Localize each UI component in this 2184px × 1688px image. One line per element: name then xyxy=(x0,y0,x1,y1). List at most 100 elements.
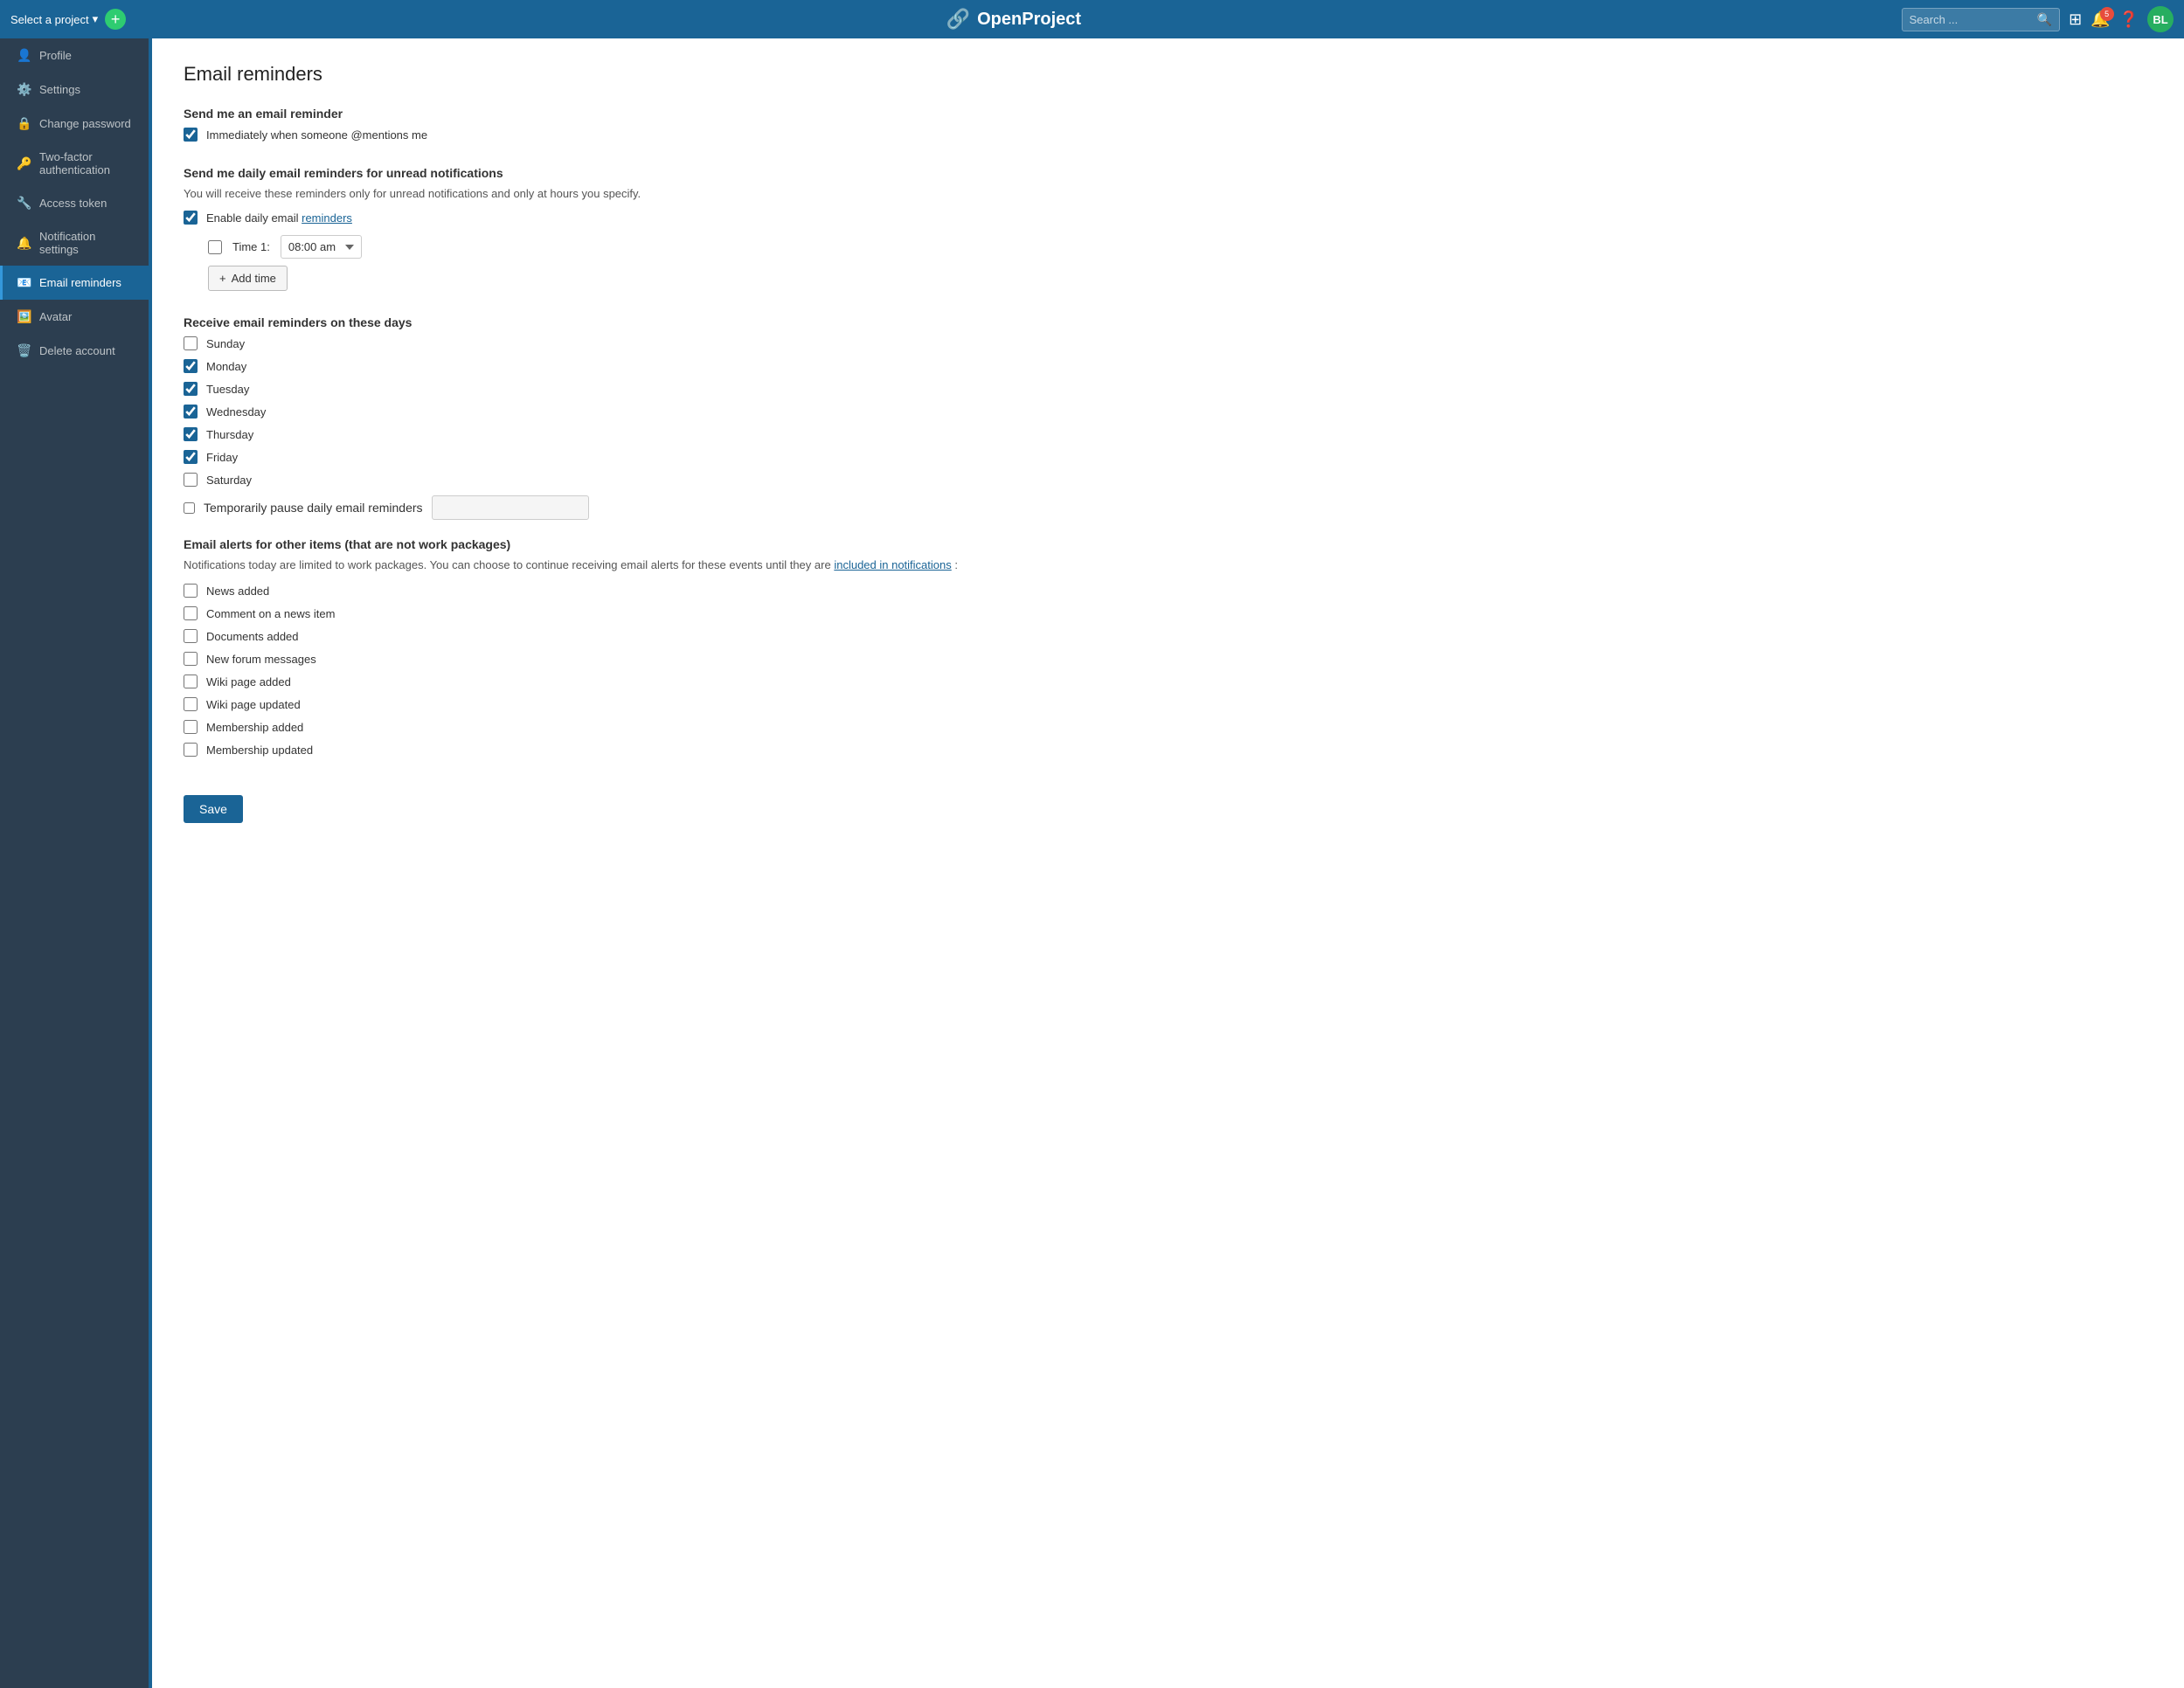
tuesday-checkbox[interactable] xyxy=(184,382,198,396)
day-friday-row: Friday xyxy=(184,450,2153,464)
documents-label: Documents added xyxy=(206,630,299,643)
comment-news-label: Comment on a news item xyxy=(206,607,335,620)
news-added-label: News added xyxy=(206,585,269,598)
membership-added-checkbox[interactable] xyxy=(184,720,198,734)
lock-icon: 🔒 xyxy=(17,116,31,131)
enable-daily-checkbox[interactable] xyxy=(184,211,198,225)
included-notifications-link[interactable]: included in notifications xyxy=(834,558,951,571)
logo: 🔗 OpenProject xyxy=(946,8,1081,31)
topbar: Select a project ▾ + 🔗 OpenProject 🔍 ⊞ 🔔… xyxy=(0,0,2184,38)
image-icon: 🖼️ xyxy=(17,309,31,324)
sidebar-label-two-factor: Two-factor authentication xyxy=(39,150,135,176)
wrench-icon: 🔧 xyxy=(17,196,31,211)
friday-checkbox[interactable] xyxy=(184,450,198,464)
apps-button[interactable]: ⊞ xyxy=(2069,10,2082,29)
day-thursday-row: Thursday xyxy=(184,427,2153,441)
search-box: 🔍 xyxy=(1902,8,2060,31)
sidebar-item-access-token[interactable]: 🔧 Access token xyxy=(0,186,149,220)
chevron-down-icon: ▾ xyxy=(93,12,99,26)
forum-checkbox[interactable] xyxy=(184,652,198,666)
alert-comment-news-row: Comment on a news item xyxy=(184,606,2153,620)
sidebar-item-profile[interactable]: 👤 Profile xyxy=(0,38,149,73)
plus-icon: + xyxy=(219,272,226,285)
logo-icon: 🔗 xyxy=(946,8,970,31)
trash-icon: 🗑️ xyxy=(17,343,31,358)
search-input[interactable] xyxy=(1910,13,2032,26)
sidebar-item-settings[interactable]: ⚙️ Settings xyxy=(0,73,149,107)
time1-checkbox[interactable] xyxy=(208,240,222,254)
sidebar-item-change-password[interactable]: 🔒 Change password xyxy=(0,107,149,141)
page-title: Email reminders xyxy=(184,63,2153,86)
wednesday-checkbox[interactable] xyxy=(184,405,198,419)
wiki-updated-label: Wiki page updated xyxy=(206,698,301,711)
thursday-checkbox[interactable] xyxy=(184,427,198,441)
comment-news-checkbox[interactable] xyxy=(184,606,198,620)
sidebar-item-two-factor[interactable]: 🔑 Two-factor authentication xyxy=(0,141,149,186)
wiki-added-checkbox[interactable] xyxy=(184,675,198,688)
add-project-button[interactable]: + xyxy=(105,9,126,30)
alert-documents-row: Documents added xyxy=(184,629,2153,643)
reminders-link[interactable]: reminders xyxy=(302,211,352,225)
sunday-checkbox[interactable] xyxy=(184,336,198,350)
notifications-button[interactable]: 🔔 5 xyxy=(2090,10,2110,29)
time1-label: Time 1: xyxy=(232,240,270,253)
wiki-added-label: Wiki page added xyxy=(206,675,291,688)
avatar-button[interactable]: BL xyxy=(2147,6,2174,32)
day-sunday-row: Sunday xyxy=(184,336,2153,350)
layout: 👤 Profile ⚙️ Settings 🔒 Change password … xyxy=(0,38,2184,1688)
sidebar-label-profile: Profile xyxy=(39,49,72,62)
daily-section: Send me daily email reminders for unread… xyxy=(184,166,2153,291)
search-icon: 🔍 xyxy=(2037,12,2052,27)
bell-icon: 🔔 xyxy=(17,236,31,251)
forum-label: New forum messages xyxy=(206,653,316,666)
alert-forum-row: New forum messages xyxy=(184,652,2153,666)
wednesday-label: Wednesday xyxy=(206,405,266,419)
email-icon: 📧 xyxy=(17,275,31,290)
settings-icon: ⚙️ xyxy=(17,82,31,97)
immediate-checkbox-row: Immediately when someone @mentions me xyxy=(184,128,2153,142)
membership-updated-checkbox[interactable] xyxy=(184,743,198,757)
monday-checkbox[interactable] xyxy=(184,359,198,373)
add-time-button[interactable]: + Add time xyxy=(208,266,288,291)
day-saturday-row: Saturday xyxy=(184,473,2153,487)
help-button[interactable]: ❓ xyxy=(2119,10,2139,29)
sidebar-label-access-token: Access token xyxy=(39,197,107,210)
saturday-checkbox[interactable] xyxy=(184,473,198,487)
main-content: Email reminders Send me an email reminde… xyxy=(152,38,2184,1688)
friday-label: Friday xyxy=(206,451,238,464)
days-section: Receive email reminders on these days Su… xyxy=(184,315,2153,520)
profile-icon: 👤 xyxy=(17,48,31,63)
topbar-right: 🔍 ⊞ 🔔 5 ❓ BL xyxy=(1902,6,2174,32)
project-select-button[interactable]: Select a project ▾ xyxy=(10,12,98,26)
sidebar-item-avatar[interactable]: 🖼️ Avatar xyxy=(0,300,149,334)
sidebar-label-change-password: Change password xyxy=(39,117,131,130)
logo-text: OpenProject xyxy=(977,10,1081,30)
wiki-updated-checkbox[interactable] xyxy=(184,697,198,711)
sidebar-item-delete-account[interactable]: 🗑️ Delete account xyxy=(0,334,149,368)
alert-membership-added-row: Membership added xyxy=(184,720,2153,734)
sidebar: 👤 Profile ⚙️ Settings 🔒 Change password … xyxy=(0,38,149,1688)
alerts-desc: Notifications today are limited to work … xyxy=(184,558,2153,571)
sidebar-item-notification-settings[interactable]: 🔔 Notification settings xyxy=(0,220,149,266)
topbar-center: 🔗 OpenProject xyxy=(135,8,1892,31)
enable-daily-label: Enable daily email reminders xyxy=(206,211,352,225)
key-icon: 🔑 xyxy=(17,156,31,171)
daily-desc: You will receive these reminders only fo… xyxy=(184,187,2153,200)
pause-row: Temporarily pause daily email reminders xyxy=(184,495,2153,520)
alert-membership-updated-row: Membership updated xyxy=(184,743,2153,757)
monday-label: Monday xyxy=(206,360,246,373)
pause-checkbox[interactable] xyxy=(184,502,195,514)
sidebar-label-notification-settings: Notification settings xyxy=(39,230,135,256)
mentions-label[interactable]: Immediately when someone @mentions me xyxy=(206,128,427,142)
pause-date-input[interactable] xyxy=(432,495,589,520)
sidebar-label-avatar: Avatar xyxy=(39,310,72,323)
mentions-checkbox[interactable] xyxy=(184,128,198,142)
pause-label: Temporarily pause daily email reminders xyxy=(204,501,423,515)
enable-daily-row: Enable daily email reminders xyxy=(184,211,2153,225)
news-added-checkbox[interactable] xyxy=(184,584,198,598)
sidebar-label-email-reminders: Email reminders xyxy=(39,276,121,289)
save-button[interactable]: Save xyxy=(184,795,243,823)
time1-select[interactable]: 08:00 am 09:00 am 10:00 am 12:00 pm 06:0… xyxy=(281,235,362,259)
documents-checkbox[interactable] xyxy=(184,629,198,643)
sidebar-item-email-reminders[interactable]: 📧 Email reminders xyxy=(0,266,149,300)
